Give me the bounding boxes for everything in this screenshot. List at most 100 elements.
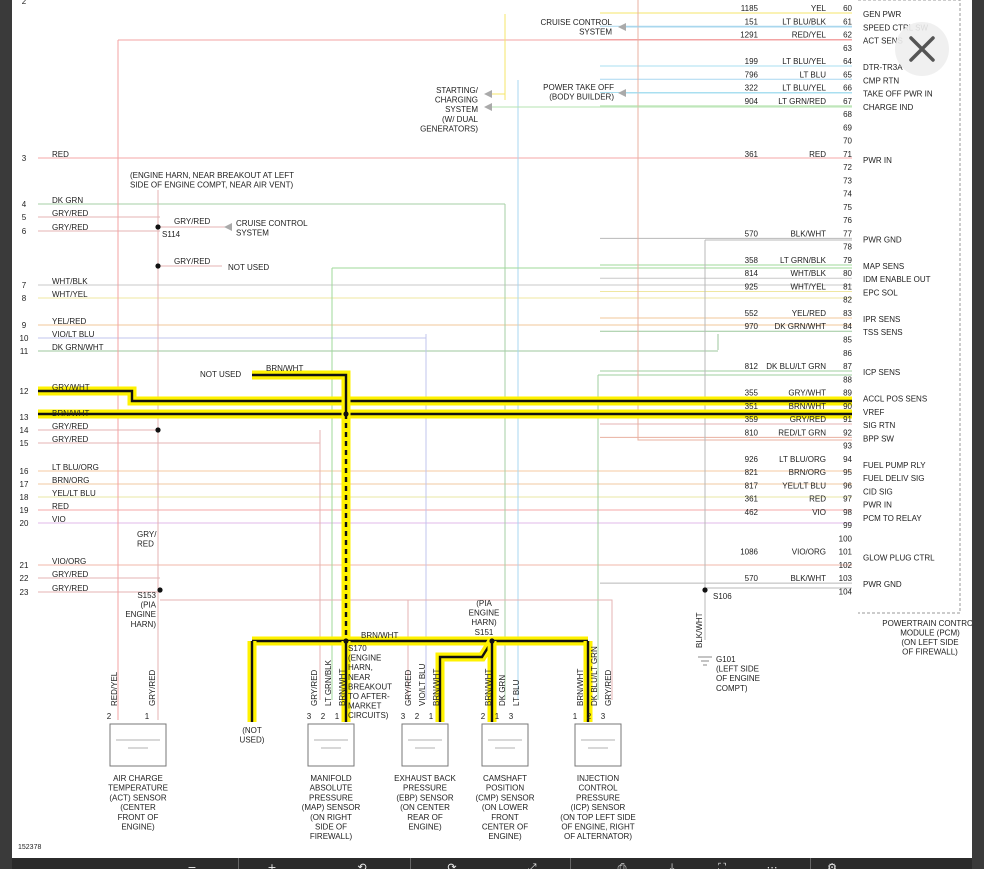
pcm-circuit-number: 904 xyxy=(745,97,759,106)
sensor-cmp-label: CENTER OF xyxy=(482,823,528,832)
left-wire-number: 8 xyxy=(22,294,27,303)
s170-label: BREAKOUT xyxy=(348,682,392,691)
pcm-pin-number: 85 xyxy=(843,336,852,345)
pcm-pin-function: PCM TO RELAY xyxy=(863,514,922,523)
settings-icon[interactable]: ⚙ xyxy=(812,858,852,869)
pcm-wire-color: LT BLU/YEL xyxy=(782,84,826,93)
left-wire-number: 9 xyxy=(22,321,27,330)
pcm-pin-number: 93 xyxy=(843,442,852,451)
fit-icon[interactable]: ⤢ xyxy=(512,858,552,869)
splice-dot xyxy=(155,263,161,269)
next-icon[interactable]: ⟳ xyxy=(432,858,472,869)
pcm-pin-number: 79 xyxy=(843,256,852,265)
s170-label: TO AFTER- xyxy=(348,692,390,701)
text-layer: POWERTRAIN CONTROLMODULE (PCM)(ON LEFT S… xyxy=(18,0,972,851)
zoom-out-icon[interactable]: − xyxy=(172,858,212,869)
viewer-toolbar: − + ⟲ ⟳ ⤢ ⎙ ⤓ ⛶ ⋯ ⚙ xyxy=(12,858,972,869)
sensor-icp-label: INJECTION xyxy=(577,774,619,783)
left-wire-label: BRN/ORG xyxy=(52,476,89,485)
cruise-control-label: CRUISE CONTROL xyxy=(540,18,612,27)
pcm-pin-number: 81 xyxy=(843,282,852,291)
left-wire-label: GRY/WHT xyxy=(52,383,90,392)
pcm-circuit-number: 199 xyxy=(745,57,759,66)
s151-label: S151 xyxy=(475,628,494,637)
pcm-pin-number: 72 xyxy=(843,163,852,172)
left-wire-label: YEL/LT BLU xyxy=(52,489,96,498)
g101-label: (LEFT SIDE xyxy=(716,665,759,674)
pcm-wire-color: RED/YEL xyxy=(792,31,827,40)
sensor-act-label: ENGINE) xyxy=(121,823,155,832)
sensor-icp-label: CONTROL xyxy=(578,784,618,793)
close-icon xyxy=(909,36,935,62)
splice-dot xyxy=(489,638,495,644)
splice-dot xyxy=(157,587,163,593)
download-icon[interactable]: ⤓ xyxy=(652,858,692,869)
left-wire-number: 16 xyxy=(20,467,29,476)
left-wire-number: 10 xyxy=(20,334,29,343)
zoom-in-icon[interactable]: + xyxy=(252,858,292,869)
s170-label: S170 xyxy=(348,644,367,653)
highlight-layer xyxy=(38,224,852,722)
pcm-pin-number: 63 xyxy=(843,44,852,53)
cruise-mid-label: SYSTEM xyxy=(236,229,269,238)
toolbar-separator xyxy=(810,858,811,869)
pcm-circuit-number: 1086 xyxy=(740,548,758,557)
s106-label: S106 xyxy=(713,592,732,601)
pcm-pin-function: FUEL PUMP RLY xyxy=(863,461,926,470)
sensor-pin-number: 3 xyxy=(601,712,606,721)
left-wire-number: 19 xyxy=(20,506,29,515)
pcm-pin-number: 82 xyxy=(843,296,852,305)
pcm-circuit-number: 570 xyxy=(745,229,759,238)
more-icon[interactable]: ⋯ xyxy=(752,858,792,869)
pcm-wire-color: GRY/RED xyxy=(790,415,827,424)
pcm-pin-number: 102 xyxy=(839,561,853,570)
pcm-pin-number: 98 xyxy=(843,508,852,517)
left-wire-label: GRY/RED xyxy=(52,422,89,431)
previous-icon[interactable]: ⟲ xyxy=(342,858,382,869)
pcm-pin-number: 86 xyxy=(843,349,852,358)
diagram-viewer: POWERTRAIN CONTROL MODULE (PCM) (ON LEFT S… xyxy=(0,0,984,869)
print-icon[interactable]: ⎙ xyxy=(602,858,642,869)
left-wire-label: BRN/WHT xyxy=(52,409,89,418)
sensor-act-label: TEMPERATURE xyxy=(108,784,168,793)
s153-label: (PIA xyxy=(140,601,156,610)
pcm-wire-color: LT GRN/BLK xyxy=(780,256,827,265)
fullscreen-icon[interactable]: ⛶ xyxy=(702,858,742,869)
sensor-ebp-label: (ON CENTER xyxy=(400,803,450,812)
engine-harn-note: (ENGINE HARN, NEAR BREAKOUT AT LEFT xyxy=(130,171,294,180)
starting-system-label: GENERATORS) xyxy=(420,124,478,133)
pcm-label: MODULE (PCM) xyxy=(900,629,960,638)
sensor-act-label: FRONT OF xyxy=(118,813,159,822)
left-wire-label: GRY/RED xyxy=(52,223,89,232)
wiring-diagram: POWERTRAIN CONTROLMODULE (PCM)(ON LEFT S… xyxy=(18,0,972,851)
sensor-pin-number: 1 xyxy=(495,712,500,721)
sensor-act-label: AIR CHARGE xyxy=(113,774,163,783)
sensor-act-label: (CENTER xyxy=(120,803,156,812)
sensor-pin-number: 1 xyxy=(145,712,150,721)
left-wire-number: 13 xyxy=(20,413,29,422)
pcm-pin-number: 62 xyxy=(843,31,852,40)
sensor-ebp-label: EXHAUST BACK xyxy=(394,774,456,783)
s151-label: (PIA xyxy=(476,599,492,608)
sensor-pin-number: 1 xyxy=(335,712,340,721)
splice-dot xyxy=(343,638,349,644)
sensor-icp-label: (ICP) SENSOR xyxy=(571,803,626,812)
left-wire-number: 12 xyxy=(20,387,29,396)
pcm-pin-number: 67 xyxy=(843,97,852,106)
sensor-icp-label: (ON TOP LEFT SIDE xyxy=(560,813,635,822)
pcm-wire-color: RED xyxy=(809,495,826,504)
pcm-pin-number: 97 xyxy=(843,495,852,504)
pcm-circuit-number: 552 xyxy=(745,309,759,318)
pcm-pin-number: 77 xyxy=(843,229,852,238)
pto-label: (BODY BUILDER) xyxy=(549,93,614,102)
not-used-bottom-label: USED) xyxy=(240,736,265,745)
left-wire-label: GRY/RED xyxy=(52,584,89,593)
s170-label: CIRCUITS) xyxy=(348,711,389,720)
sensor-cmp-label: CAMSHAFT xyxy=(483,774,527,783)
pcm-pin-function: TSS SENS xyxy=(863,328,903,337)
pcm-wire-color: VIO/ORG xyxy=(792,548,826,557)
pcm-circuit-number: 361 xyxy=(745,495,759,504)
close-button[interactable] xyxy=(895,22,949,76)
left-wire-label: VIO xyxy=(52,515,66,524)
pcm-wire-color: VIO xyxy=(812,508,826,517)
